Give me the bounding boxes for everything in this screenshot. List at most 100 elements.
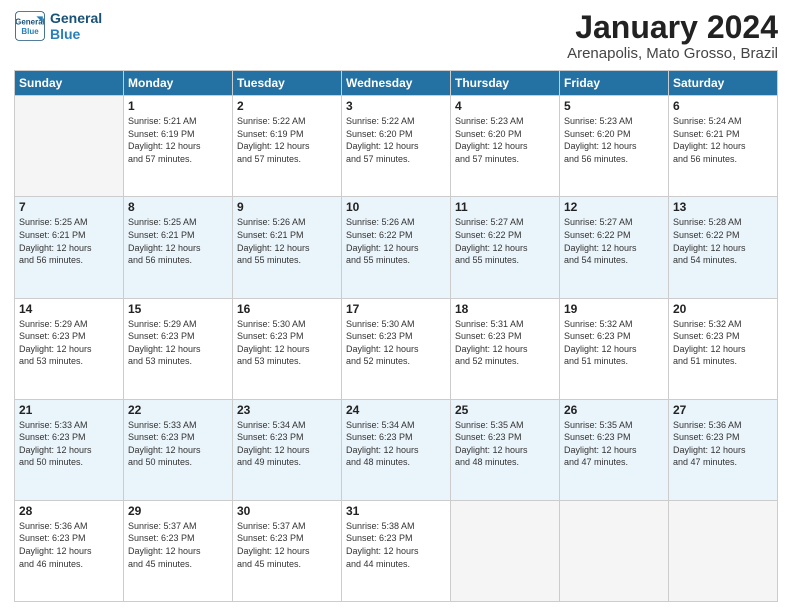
logo-text: General Blue	[50, 10, 102, 42]
calendar-cell: 8 Sunrise: 5:25 AM Sunset: 6:21 PM Daylig…	[124, 197, 233, 298]
calendar-cell	[560, 500, 669, 601]
day-info: Sunrise: 5:29 AM Sunset: 6:23 PM Dayligh…	[19, 318, 119, 368]
calendar-cell	[669, 500, 778, 601]
day-info: Sunrise: 5:35 AM Sunset: 6:23 PM Dayligh…	[564, 419, 664, 469]
day-number: 23	[237, 403, 337, 417]
day-number: 3	[346, 99, 446, 113]
day-info: Sunrise: 5:37 AM Sunset: 6:23 PM Dayligh…	[128, 520, 228, 570]
calendar-cell: 31 Sunrise: 5:38 AM Sunset: 6:23 PM Dayli…	[342, 500, 451, 601]
calendar-cell: 20 Sunrise: 5:32 AM Sunset: 6:23 PM Dayli…	[669, 298, 778, 399]
calendar-week-1: 7 Sunrise: 5:25 AM Sunset: 6:21 PM Daylig…	[15, 197, 778, 298]
day-info: Sunrise: 5:36 AM Sunset: 6:23 PM Dayligh…	[673, 419, 773, 469]
weekday-header-row: Sunday Monday Tuesday Wednesday Thursday…	[15, 71, 778, 96]
day-info: Sunrise: 5:23 AM Sunset: 6:20 PM Dayligh…	[455, 115, 555, 165]
day-number: 2	[237, 99, 337, 113]
day-number: 25	[455, 403, 555, 417]
calendar-cell: 12Sunrise: 5:27 AM Sunset: 6:22 PM Dayli…	[560, 197, 669, 298]
day-info: Sunrise: 5:32 AM Sunset: 6:23 PM Dayligh…	[673, 318, 773, 368]
day-number: 28	[19, 504, 119, 518]
calendar-cell	[451, 500, 560, 601]
calendar-week-4: 28 Sunrise: 5:36 AM Sunset: 6:23 PM Dayli…	[15, 500, 778, 601]
calendar-cell: 15 Sunrise: 5:29 AM Sunset: 6:23 PM Dayli…	[124, 298, 233, 399]
day-number: 15	[128, 302, 228, 316]
day-number: 18	[455, 302, 555, 316]
day-info: Sunrise: 5:23 AM Sunset: 6:20 PM Dayligh…	[564, 115, 664, 165]
day-number: 8	[128, 200, 228, 214]
day-number: 7	[19, 200, 119, 214]
day-info: Sunrise: 5:36 AM Sunset: 6:23 PM Dayligh…	[19, 520, 119, 570]
title-block: January 2024 Arenapolis, Mato Grosso, Br…	[567, 10, 778, 62]
calendar-cell: 13 Sunrise: 5:28 AM Sunset: 6:22 PM Dayli…	[669, 197, 778, 298]
calendar-cell: 7 Sunrise: 5:25 AM Sunset: 6:21 PM Daylig…	[15, 197, 124, 298]
calendar-cell: 11Sunrise: 5:27 AM Sunset: 6:22 PM Dayli…	[451, 197, 560, 298]
header-thursday: Thursday	[451, 71, 560, 96]
day-info: Sunrise: 5:31 AM Sunset: 6:23 PM Dayligh…	[455, 318, 555, 368]
day-info: Sunrise: 5:38 AM Sunset: 6:23 PM Dayligh…	[346, 520, 446, 570]
day-number: 31	[346, 504, 446, 518]
day-number: 4	[455, 99, 555, 113]
day-info: Sunrise: 5:24 AM Sunset: 6:21 PM Dayligh…	[673, 115, 773, 165]
day-number: 13	[673, 200, 773, 214]
calendar-cell: 6 Sunrise: 5:24 AM Sunset: 6:21 PM Daylig…	[669, 96, 778, 197]
day-number: 12	[564, 200, 664, 214]
day-number: 1	[128, 99, 228, 113]
calendar-cell: 27 Sunrise: 5:36 AM Sunset: 6:23 PM Dayli…	[669, 399, 778, 500]
day-number: 11	[455, 200, 555, 214]
day-number: 20	[673, 302, 773, 316]
day-number: 21	[19, 403, 119, 417]
calendar-cell: 3 Sunrise: 5:22 AM Sunset: 6:20 PM Daylig…	[342, 96, 451, 197]
day-number: 24	[346, 403, 446, 417]
calendar-cell: 29Sunrise: 5:37 AM Sunset: 6:23 PM Dayli…	[124, 500, 233, 601]
svg-text:Blue: Blue	[21, 27, 39, 36]
calendar-cell: 24 Sunrise: 5:34 AM Sunset: 6:23 PM Dayli…	[342, 399, 451, 500]
day-number: 19	[564, 302, 664, 316]
day-info: Sunrise: 5:26 AM Sunset: 6:22 PM Dayligh…	[346, 216, 446, 266]
calendar-cell: 14 Sunrise: 5:29 AM Sunset: 6:23 PM Dayli…	[15, 298, 124, 399]
day-info: Sunrise: 5:29 AM Sunset: 6:23 PM Dayligh…	[128, 318, 228, 368]
day-info: Sunrise: 5:30 AM Sunset: 6:23 PM Dayligh…	[237, 318, 337, 368]
day-number: 6	[673, 99, 773, 113]
day-info: Sunrise: 5:26 AM Sunset: 6:21 PM Dayligh…	[237, 216, 337, 266]
calendar-cell: 28 Sunrise: 5:36 AM Sunset: 6:23 PM Dayli…	[15, 500, 124, 601]
day-number: 26	[564, 403, 664, 417]
logo-icon: General Blue	[14, 10, 46, 42]
calendar-cell: 18 Sunrise: 5:31 AM Sunset: 6:23 PM Dayli…	[451, 298, 560, 399]
location-subtitle: Arenapolis, Mato Grosso, Brazil	[567, 45, 778, 62]
page: General Blue General Blue January 2024 A…	[0, 0, 792, 612]
day-info: Sunrise: 5:34 AM Sunset: 6:23 PM Dayligh…	[237, 419, 337, 469]
header-friday: Friday	[560, 71, 669, 96]
day-info: Sunrise: 5:32 AM Sunset: 6:23 PM Dayligh…	[564, 318, 664, 368]
day-info: Sunrise: 5:35 AM Sunset: 6:23 PM Dayligh…	[455, 419, 555, 469]
calendar-cell	[15, 96, 124, 197]
calendar-cell: 19 Sunrise: 5:32 AM Sunset: 6:23 PM Dayli…	[560, 298, 669, 399]
day-info: Sunrise: 5:28 AM Sunset: 6:22 PM Dayligh…	[673, 216, 773, 266]
day-info: Sunrise: 5:22 AM Sunset: 6:20 PM Dayligh…	[346, 115, 446, 165]
day-info: Sunrise: 5:25 AM Sunset: 6:21 PM Dayligh…	[128, 216, 228, 266]
header-monday: Monday	[124, 71, 233, 96]
day-number: 27	[673, 403, 773, 417]
day-number: 14	[19, 302, 119, 316]
month-title: January 2024	[567, 10, 778, 45]
day-info: Sunrise: 5:25 AM Sunset: 6:21 PM Dayligh…	[19, 216, 119, 266]
calendar-table: Sunday Monday Tuesday Wednesday Thursday…	[14, 70, 778, 602]
calendar-cell: 16 Sunrise: 5:30 AM Sunset: 6:23 PM Dayli…	[233, 298, 342, 399]
day-info: Sunrise: 5:34 AM Sunset: 6:23 PM Dayligh…	[346, 419, 446, 469]
day-info: Sunrise: 5:37 AM Sunset: 6:23 PM Dayligh…	[237, 520, 337, 570]
calendar-cell: 25 Sunrise: 5:35 AM Sunset: 6:23 PM Dayli…	[451, 399, 560, 500]
header-saturday: Saturday	[669, 71, 778, 96]
day-number: 16	[237, 302, 337, 316]
calendar-cell: 4 Sunrise: 5:23 AM Sunset: 6:20 PM Daylig…	[451, 96, 560, 197]
calendar-week-0: 1 Sunrise: 5:21 AM Sunset: 6:19 PM Daylig…	[15, 96, 778, 197]
header: General Blue General Blue January 2024 A…	[14, 10, 778, 62]
day-number: 9	[237, 200, 337, 214]
calendar-cell: 1 Sunrise: 5:21 AM Sunset: 6:19 PM Daylig…	[124, 96, 233, 197]
header-tuesday: Tuesday	[233, 71, 342, 96]
calendar-cell: 22Sunrise: 5:33 AM Sunset: 6:23 PM Dayli…	[124, 399, 233, 500]
calendar-cell: 9 Sunrise: 5:26 AM Sunset: 6:21 PM Daylig…	[233, 197, 342, 298]
day-info: Sunrise: 5:30 AM Sunset: 6:23 PM Dayligh…	[346, 318, 446, 368]
calendar-cell: 10Sunrise: 5:26 AM Sunset: 6:22 PM Dayli…	[342, 197, 451, 298]
calendar-cell: 17Sunrise: 5:30 AM Sunset: 6:23 PM Dayli…	[342, 298, 451, 399]
logo: General Blue General Blue	[14, 10, 102, 42]
day-info: Sunrise: 5:21 AM Sunset: 6:19 PM Dayligh…	[128, 115, 228, 165]
calendar-cell: 26 Sunrise: 5:35 AM Sunset: 6:23 PM Dayli…	[560, 399, 669, 500]
